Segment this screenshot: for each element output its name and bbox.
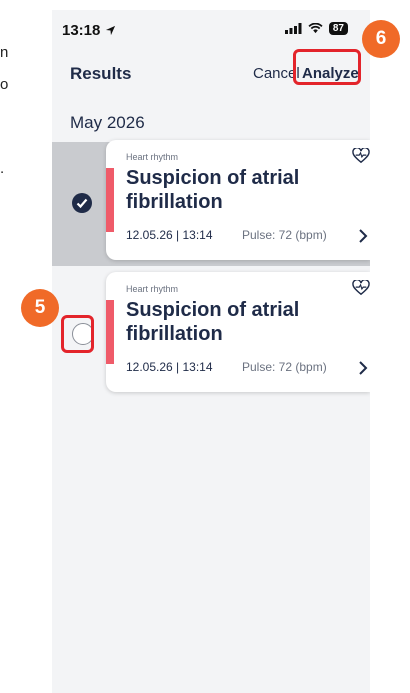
card-pulse: Pulse: 72 (bpm) [242, 360, 327, 374]
phone-screen: 13:18 87 Results Cancel Analyze May 2026… [52, 10, 370, 693]
card-category: Heart rhythm [126, 284, 179, 294]
checkmark-icon [76, 198, 88, 209]
status-bar: 13:18 87 [52, 10, 370, 50]
heart-rhythm-icon [352, 148, 370, 164]
battery-icon: 87 [328, 22, 348, 35]
heart-rhythm-icon [352, 280, 370, 296]
step-badge-5: 5 [21, 289, 59, 327]
doc-text-fragment: n [0, 44, 9, 61]
card-date: 12.05.26 | 13:14 [126, 360, 213, 374]
card-category: Heart rhythm [126, 152, 179, 162]
wifi-icon [308, 23, 323, 34]
step-badge-6: 6 [362, 20, 400, 58]
status-time: 13:18 [62, 22, 116, 39]
doc-text-fragment: o [0, 76, 9, 93]
selection-checkbox-checked[interactable] [72, 193, 92, 213]
status-indicator [106, 168, 114, 232]
section-header: May 2026 [70, 113, 145, 132]
signal-icon [284, 23, 302, 34]
card-date: 12.05.26 | 13:14 [126, 228, 213, 242]
page-title: Results [70, 64, 132, 83]
result-card[interactable]: Heart rhythm Suspicion of atrial fibrill… [106, 272, 370, 392]
status-icons: 87 [284, 22, 348, 35]
card-title: Suspicion of atrial fibrillation [126, 299, 300, 345]
card-title: Suspicion of atrial fibrillation [126, 167, 300, 213]
analyze-highlight [293, 49, 361, 85]
chevron-right-icon[interactable] [358, 229, 368, 243]
status-indicator [106, 300, 114, 364]
result-card[interactable]: Heart rhythm Suspicion of atrial fibrill… [106, 140, 370, 260]
checkbox-highlight [61, 315, 94, 353]
doc-text-fragment: . [0, 160, 5, 177]
location-arrow-icon [105, 25, 115, 36]
chevron-right-icon[interactable] [358, 361, 368, 375]
card-pulse: Pulse: 72 (bpm) [242, 228, 327, 242]
